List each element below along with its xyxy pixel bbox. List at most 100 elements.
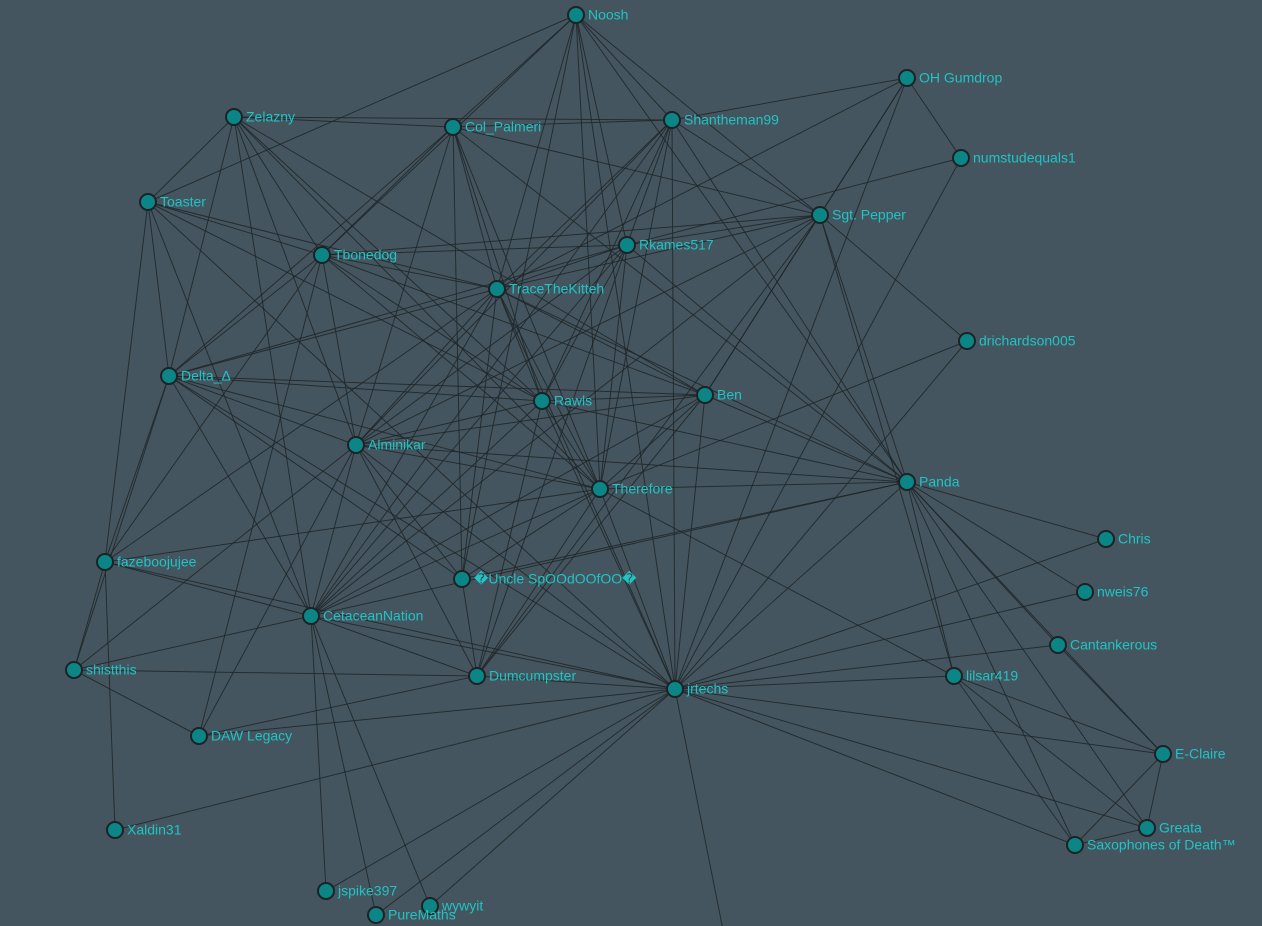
graph-node[interactable]: PureMaths	[367, 906, 456, 924]
node-circle[interactable]	[190, 727, 208, 745]
node-circle[interactable]	[1066, 836, 1084, 854]
graph-node[interactable]: Col_Palmeri	[444, 118, 541, 136]
graph-node[interactable]: numstudequals1	[952, 149, 1076, 167]
node-label[interactable]: Noosh	[588, 7, 628, 23]
graph-node[interactable]: Alminikar	[347, 436, 426, 454]
graph-node[interactable]: drichardson005	[958, 332, 1076, 350]
node-circle[interactable]	[367, 906, 385, 924]
node-label[interactable]: Tbonedog	[334, 247, 397, 263]
graph-node[interactable]: shistthis	[65, 661, 137, 679]
node-label[interactable]: fazeboojujee	[117, 554, 197, 570]
node-circle[interactable]	[160, 367, 178, 385]
node-label[interactable]: Saxophones of Death™	[1087, 837, 1236, 853]
node-label[interactable]: Delta_Δ	[181, 368, 231, 384]
graph-node[interactable]: Therefore	[591, 480, 673, 498]
node-circle[interactable]	[1097, 530, 1115, 548]
graph-node[interactable]: Rawls	[533, 392, 592, 410]
node-circle[interactable]	[488, 280, 506, 298]
node-label[interactable]: jspike397	[337, 883, 397, 899]
node-circle[interactable]	[811, 206, 829, 224]
node-label[interactable]: Shantheman99	[684, 112, 779, 128]
node-circle[interactable]	[952, 149, 970, 167]
node-label[interactable]: Cantankerous	[1070, 637, 1157, 653]
graph-node[interactable]: Dumcumpster	[468, 667, 576, 685]
node-circle[interactable]	[945, 667, 963, 685]
node-circle[interactable]	[96, 553, 114, 571]
node-circle[interactable]	[958, 332, 976, 350]
graph-node[interactable]: Sgt. Pepper	[811, 206, 906, 224]
node-label[interactable]: nweis76	[1097, 584, 1149, 600]
graph-node[interactable]: TraceTheKitteh	[488, 280, 604, 298]
node-label[interactable]: lilsar419	[966, 668, 1018, 684]
node-label[interactable]: numstudequals1	[973, 150, 1076, 166]
node-circle[interactable]	[898, 473, 916, 491]
node-label[interactable]: Greata	[1159, 820, 1202, 836]
node-label[interactable]: DAW Legacy	[211, 728, 292, 744]
graph-node[interactable]: nweis76	[1076, 583, 1149, 601]
node-label[interactable]: �Uncle SpOOdOOfOO�	[474, 571, 637, 587]
graph-node[interactable]: Panda	[898, 473, 960, 491]
graph-node[interactable]: OH Gumdrop	[898, 69, 1002, 87]
node-circle[interactable]	[444, 118, 462, 136]
graph-node[interactable]: Ben	[696, 386, 742, 404]
node-circle[interactable]	[106, 821, 124, 839]
node-circle[interactable]	[302, 607, 320, 625]
graph-node[interactable]: Greata	[1138, 819, 1202, 837]
node-label[interactable]: drichardson005	[979, 333, 1076, 349]
graph-node[interactable]: �Uncle SpOOdOOfOO�	[453, 570, 637, 588]
graph-node[interactable]: Rkames517	[618, 236, 714, 254]
node-label[interactable]: Ben	[717, 387, 742, 403]
node-circle[interactable]	[533, 392, 551, 410]
graph-node[interactable]: DAW Legacy	[190, 727, 292, 745]
graph-node[interactable]: Toaster	[139, 193, 206, 211]
node-circle[interactable]	[317, 882, 335, 900]
graph-node[interactable]: Xaldin31	[106, 821, 182, 839]
node-circle[interactable]	[1154, 745, 1172, 763]
graph-node[interactable]: Noosh	[567, 6, 628, 24]
node-label[interactable]: OH Gumdrop	[919, 70, 1002, 86]
node-circle[interactable]	[567, 6, 585, 24]
node-circle[interactable]	[313, 246, 331, 264]
graph-node[interactable]: Chris	[1097, 530, 1151, 548]
node-circle[interactable]	[1049, 636, 1067, 654]
node-circle[interactable]	[139, 193, 157, 211]
node-circle[interactable]	[1076, 583, 1094, 601]
node-label[interactable]: Therefore	[612, 481, 673, 497]
node-circle[interactable]	[696, 386, 714, 404]
node-circle[interactable]	[666, 680, 684, 698]
node-circle[interactable]	[898, 69, 916, 87]
node-label[interactable]: TraceTheKitteh	[509, 281, 604, 297]
graph-node[interactable]: Zelazny	[225, 108, 295, 126]
node-circle[interactable]	[663, 111, 681, 129]
node-label[interactable]: Col_Palmeri	[465, 119, 541, 135]
node-label[interactable]: Zelazny	[246, 109, 295, 125]
node-label[interactable]: Dumcumpster	[489, 668, 576, 684]
graph-node[interactable]: Delta_Δ	[160, 367, 231, 385]
graph-node[interactable]: Saxophones of Death™	[1066, 836, 1236, 854]
graph-node[interactable]: jrtechs	[666, 680, 728, 698]
network-graph[interactable]: Noosh OH Gumdrop numstudequals1 Zelazny Col_…	[0, 0, 1262, 926]
node-label[interactable]: Toaster	[160, 194, 206, 210]
node-circle[interactable]	[65, 661, 83, 679]
node-label[interactable]: CetaceanNation	[323, 608, 423, 624]
node-label[interactable]: Rkames517	[639, 237, 714, 253]
node-label[interactable]: Sgt. Pepper	[832, 207, 906, 223]
node-label[interactable]: Chris	[1118, 531, 1151, 547]
node-circle[interactable]	[468, 667, 486, 685]
node-label[interactable]: PureMaths	[388, 907, 456, 923]
graph-node[interactable]: E-Claire	[1154, 745, 1226, 763]
graph-node[interactable]: jspike397	[317, 882, 397, 900]
node-circle[interactable]	[618, 236, 636, 254]
node-circle[interactable]	[1138, 819, 1156, 837]
graph-node[interactable]: lilsar419	[945, 667, 1018, 685]
node-circle[interactable]	[591, 480, 609, 498]
node-label[interactable]: shistthis	[86, 662, 137, 678]
node-label[interactable]: E-Claire	[1175, 746, 1226, 762]
node-label[interactable]: Xaldin31	[127, 822, 182, 838]
node-circle[interactable]	[347, 436, 365, 454]
graph-node[interactable]: fazeboojujee	[96, 553, 197, 571]
node-label[interactable]: Panda	[919, 474, 960, 490]
node-label[interactable]: Alminikar	[368, 437, 426, 453]
node-circle[interactable]	[453, 570, 471, 588]
node-circle[interactable]	[225, 108, 243, 126]
